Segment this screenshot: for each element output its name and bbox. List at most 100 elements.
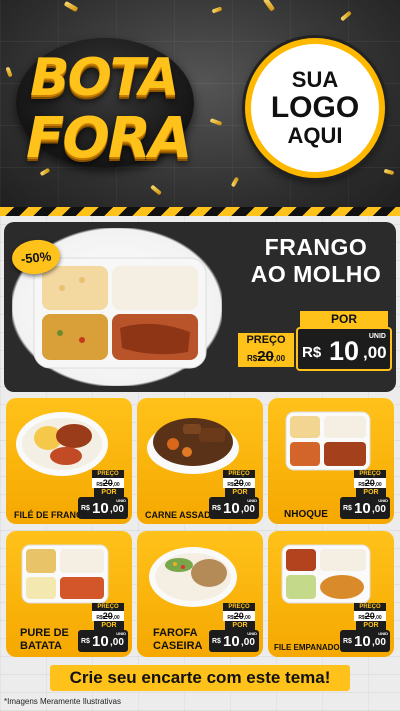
confetti-piece bbox=[383, 168, 395, 176]
food-image bbox=[285, 411, 371, 471]
item-name: FILE EMPANADO bbox=[274, 643, 340, 652]
old-price: R$20,00 bbox=[223, 611, 255, 621]
price-label: PREÇO bbox=[223, 470, 255, 478]
price-main: 10 bbox=[329, 336, 360, 366]
logo-text-1: SUA bbox=[291, 67, 339, 92]
item-name: NHOQUE bbox=[284, 509, 328, 520]
confetti-piece bbox=[150, 184, 162, 196]
old-price-main: 20 bbox=[257, 348, 274, 365]
price-label: PREÇO bbox=[92, 603, 124, 611]
offer-card-file-de-frango[interactable]: FILÉ DE FRANGO PREÇO R$20,00 POR R$ 10,00… bbox=[6, 398, 132, 524]
unit-label: UNID bbox=[247, 498, 257, 503]
confetti-piece bbox=[211, 6, 223, 14]
item-name-line-1: FAROFA bbox=[153, 627, 198, 639]
unit-label: UNID bbox=[368, 333, 386, 340]
item-name-line-2: BATATA bbox=[20, 640, 62, 652]
old-price-cents: ,00 bbox=[273, 354, 286, 363]
item-name: CARNE ASSADA bbox=[145, 510, 218, 520]
food-image bbox=[16, 412, 108, 476]
flyer: BOTA FORA SUA LOGO AQUI -50% FRANGO AO M… bbox=[0, 0, 400, 711]
old-currency: R$ bbox=[246, 354, 258, 363]
price-main: 10 bbox=[223, 500, 240, 517]
old-price-main: 20 bbox=[364, 478, 375, 488]
por-label: POR bbox=[356, 488, 386, 497]
por-label: POR bbox=[94, 621, 124, 630]
price-cents: ,00 bbox=[363, 343, 387, 362]
featured-item-name: FRANGO AO MOLHO bbox=[236, 234, 396, 288]
old-price: R$20,00 bbox=[354, 611, 386, 621]
price-label: PREÇO bbox=[354, 603, 386, 611]
currency: R$ bbox=[212, 505, 221, 512]
por-label: POR bbox=[225, 488, 255, 497]
currency: R$ bbox=[343, 638, 352, 645]
price-main: 10 bbox=[92, 633, 109, 650]
offer-card-nhoque[interactable]: NHOQUE PREÇO R$20,00 POR R$ 10,00 UNID bbox=[268, 398, 394, 524]
old-price-main: 20 bbox=[233, 611, 244, 621]
item-name-line-1: PURE DE bbox=[20, 627, 69, 639]
item-name: PURE DE BATATA bbox=[20, 627, 69, 653]
food-image bbox=[147, 418, 239, 474]
unit-label: UNID bbox=[247, 631, 257, 636]
logo-text-3: AQUI bbox=[287, 123, 343, 148]
old-price: R$20,00 bbox=[92, 611, 124, 621]
old-price-main: 20 bbox=[233, 478, 244, 488]
disclaimer-text: *Imagens Meramente Ilustrativas bbox=[4, 697, 121, 706]
food-image bbox=[149, 547, 237, 607]
price-cents: ,00 bbox=[372, 637, 386, 648]
price-cents: ,00 bbox=[110, 504, 124, 515]
confetti-piece bbox=[209, 118, 223, 126]
currency: R$ bbox=[302, 344, 322, 361]
confetti-piece bbox=[230, 176, 240, 188]
item-name-line-2: CASEIRA bbox=[153, 640, 203, 652]
new-price: R$ 10,00 UNID bbox=[340, 497, 390, 519]
currency: R$ bbox=[212, 638, 221, 645]
featured-name-line-2: AO MOLHO bbox=[250, 261, 382, 287]
price-cents: ,00 bbox=[110, 637, 124, 648]
confetti-piece bbox=[63, 0, 79, 13]
old-price-main: 20 bbox=[102, 611, 113, 621]
por-label: POR bbox=[225, 621, 255, 630]
new-price: R$ 10,00 UNID bbox=[209, 497, 259, 519]
featured-por-label: POR bbox=[300, 311, 388, 327]
featured-name-line-1: FRANGO bbox=[264, 234, 368, 260]
price-label: PREÇO bbox=[92, 470, 124, 478]
hazard-stripe bbox=[0, 207, 400, 216]
bota-fora-title: BOTA FORA bbox=[8, 28, 208, 178]
confetti-piece bbox=[340, 10, 352, 22]
offer-card-farofa-caseira[interactable]: FAROFA CASEIRA PREÇO R$20,00 POR R$ 10,00… bbox=[137, 531, 263, 657]
price-main: 10 bbox=[354, 500, 371, 517]
price-cents: ,00 bbox=[241, 504, 255, 515]
por-label: POR bbox=[94, 488, 124, 497]
unit-label: UNID bbox=[378, 498, 388, 503]
featured-new-price: R$ 10 ,00 UNID bbox=[296, 327, 392, 371]
offer-card-pure-de-batata[interactable]: PURE DE BATATA PREÇO R$20,00 POR R$ 10,00… bbox=[6, 531, 132, 657]
por-label: POR bbox=[356, 621, 386, 630]
cta-banner[interactable]: Crie seu encarte com este tema! bbox=[50, 665, 350, 691]
price-label: PREÇO bbox=[223, 603, 255, 611]
unit-label: UNID bbox=[378, 631, 388, 636]
old-price: R$20,00 bbox=[354, 478, 386, 488]
logo-text-2: LOGO bbox=[270, 91, 360, 124]
title-line-2: FORA bbox=[26, 106, 192, 171]
confetti-piece bbox=[262, 0, 276, 12]
price-main: 10 bbox=[223, 633, 240, 650]
new-price: R$ 10,00 UNID bbox=[340, 630, 390, 652]
price-cents: ,00 bbox=[372, 504, 386, 515]
old-price: R$20,00 bbox=[92, 478, 124, 488]
currency: R$ bbox=[343, 505, 352, 512]
offer-card-carne-assada[interactable]: CARNE ASSADA PREÇO R$ 20 ,00 POR R$ 10,00 UN… bbox=[137, 398, 263, 524]
item-name: FAROFA CASEIRA bbox=[153, 627, 203, 653]
price-label: PREÇO bbox=[354, 470, 386, 478]
featured-price-label: PREÇO bbox=[238, 333, 294, 347]
food-image bbox=[21, 544, 109, 604]
old-price-main: 20 bbox=[102, 478, 113, 488]
price-cents: ,00 bbox=[241, 637, 255, 648]
header-banner: BOTA FORA SUA LOGO AQUI bbox=[0, 0, 400, 210]
new-price: R$ 10,00 UNID bbox=[78, 497, 128, 519]
title-line-1: BOTA bbox=[30, 48, 180, 108]
unit-label: UNID bbox=[116, 631, 126, 636]
logo-placeholder: SUA LOGO AQUI bbox=[245, 38, 385, 178]
offer-card-file-empanado[interactable]: FILE EMPANADO PREÇO R$20,00 POR R$ 10,00 U… bbox=[268, 531, 394, 657]
food-image bbox=[281, 544, 371, 604]
new-price: R$ 10,00 UNID bbox=[209, 630, 259, 652]
